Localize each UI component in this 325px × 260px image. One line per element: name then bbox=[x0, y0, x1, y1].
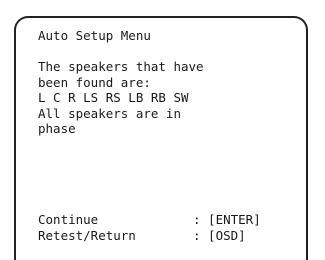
menu-title: Auto Setup Menu bbox=[38, 28, 151, 43]
osd-key-hint: : [OSD] bbox=[193, 227, 246, 243]
osd-menu-panel: Auto Setup Menu The speakers that have b… bbox=[14, 16, 308, 260]
message-line-1: The speakers that have bbox=[38, 59, 204, 74]
retest-return-option[interactable]: Retest/Return : [OSD] bbox=[38, 228, 300, 244]
message-line-5: phase bbox=[38, 121, 76, 136]
retest-return-label: Retest/Return bbox=[38, 227, 136, 243]
continue-option[interactable]: Continue : [ENTER] bbox=[38, 212, 300, 228]
message-line-4: All speakers are in bbox=[38, 105, 181, 121]
osd-menu-body: Auto Setup Menu The speakers that have b… bbox=[38, 28, 300, 137]
enter-key-hint: : [ENTER] bbox=[193, 212, 261, 227]
message-line-2: been found are: bbox=[38, 74, 151, 90]
menu-actions: Continue : [ENTER] Retest/Return : [OSD] bbox=[38, 212, 300, 243]
speaker-list: L C R LS RS LB RB SW bbox=[38, 90, 189, 105]
continue-label: Continue bbox=[38, 212, 99, 227]
